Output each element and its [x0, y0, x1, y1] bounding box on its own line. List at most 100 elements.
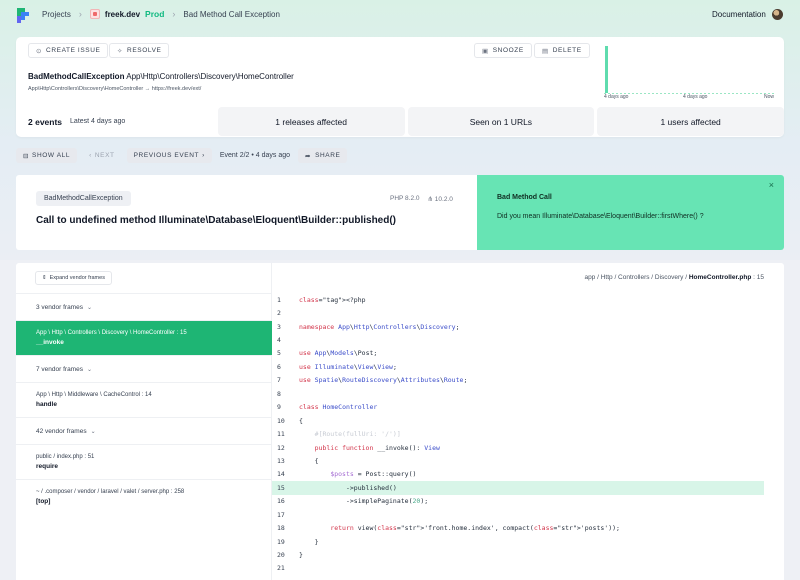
code-lines: 1 class="tag"><?php 2 3 namespace App\Http\C…: [272, 293, 784, 575]
code-text: }: [299, 551, 303, 560]
exception-class-tag[interactable]: BadMethodCallException: [36, 191, 131, 206]
frame-method: require: [36, 463, 59, 470]
code-line[interactable]: 4: [272, 333, 784, 346]
code-text: #[Route(fullUri: '/')]: [299, 430, 401, 439]
code-line[interactable]: 3 namespace App\Http\Controllers\Discover…: [272, 320, 784, 333]
stack-frame[interactable]: App \ Http \ Middleware \ CacheControl :…: [16, 382, 272, 417]
code-file-path[interactable]: app / Http / Controllers / Discovery / H…: [584, 274, 764, 281]
laravel-version: ⋔ 10.2.0: [428, 195, 453, 203]
code-text: use Spatie\RouteDiscovery\Attributes\Rou…: [299, 376, 468, 385]
list-icon: ⊟: [23, 152, 30, 160]
code-line[interactable]: 12 public function __invoke(): View: [272, 441, 784, 454]
exception-message: Call to undefined method Illuminate\Data…: [36, 215, 397, 226]
line-number: 3: [277, 322, 281, 331]
top-nav: Projects › freek.dev Prod › Bad Method C…: [0, 0, 800, 30]
close-icon[interactable]: ×: [769, 180, 774, 190]
code-text: class="tag"><?php: [299, 295, 366, 304]
code-line[interactable]: 15 ->published(): [272, 481, 764, 495]
code-line[interactable]: 19 }: [272, 535, 784, 548]
vendor-frames-toggle[interactable]: 7 vendor frames ⌄: [16, 355, 272, 382]
resolve-button[interactable]: ✧ RESOLVE: [109, 43, 170, 58]
expand-vendor-frames-button[interactable]: ⇕ Expand vendor frames: [35, 271, 112, 285]
chart-bar[interactable]: [605, 46, 608, 93]
events-latest: Latest 4 days ago: [70, 118, 126, 125]
code-line[interactable]: 21: [272, 562, 784, 575]
chevron-down-icon: ⌄: [90, 428, 96, 435]
share-button[interactable]: ➦ SHARE: [298, 148, 348, 163]
stat-urls[interactable]: Seen on 1 URLs: [407, 107, 595, 136]
code-line[interactable]: 18 return view(class="str">'front.home.i…: [272, 521, 784, 534]
line-number: 18: [277, 524, 285, 533]
code-line[interactable]: 10 {: [272, 414, 784, 427]
code-path-line: : 15: [751, 274, 764, 281]
vendor-frames-toggle[interactable]: 42 vendor frames ⌄: [16, 417, 272, 444]
code-text: ->simplePaginate(20);: [299, 497, 429, 506]
code-line[interactable]: 11 #[Route(fullUri: '/')]: [272, 427, 784, 440]
share-label: SHARE: [315, 152, 341, 159]
line-number: 1: [277, 295, 281, 304]
stack-trace-panel: ⇕ Expand vendor frames 3 vendor frames ⌄ A…: [16, 263, 784, 580]
code-line[interactable]: 2: [272, 306, 784, 319]
code-line[interactable]: 20}: [272, 548, 784, 561]
stack-frame[interactable]: public / index.php : 51 require: [16, 444, 272, 479]
code-line[interactable]: 14 $posts = Post::query(): [272, 468, 784, 481]
chart-tick-label: 4 days ago: [683, 94, 708, 100]
frame-path: ~ / .composer / vendor / laravel / valet…: [36, 489, 185, 495]
code-text: {: [299, 416, 303, 425]
stat-releases[interactable]: 1 releases affected: [217, 107, 405, 136]
snooze-button[interactable]: ▣ SNOOZE: [474, 43, 532, 58]
line-number: 21: [277, 564, 285, 573]
expand-vendor-label: Expand vendor frames: [49, 275, 105, 281]
error-location: App\Http\Controllers\Discovery\HomeContr…: [126, 72, 294, 81]
error-url[interactable]: https://freek.dev/ext/: [152, 86, 202, 92]
code-line[interactable]: 13 {: [272, 454, 784, 467]
code-line[interactable]: 9 class HomeController: [272, 401, 784, 414]
stack-frame[interactable]: App \ Http \ Controllers \ Discovery \ H…: [16, 320, 272, 355]
code-path-prefix: app / Http / Controllers / Discovery /: [584, 274, 689, 281]
frame-path: App \ Http \ Middleware \ CacheControl :…: [36, 392, 152, 398]
line-number: 8: [277, 389, 281, 398]
code-line[interactable]: 1 class="tag"><?php: [272, 293, 784, 306]
line-number: 14: [277, 470, 285, 479]
flare-logo-icon[interactable]: [16, 7, 32, 24]
vendor-frames-toggle[interactable]: 3 vendor frames ⌄: [16, 293, 272, 320]
line-number: 17: [277, 510, 285, 519]
code-text: }: [299, 537, 319, 546]
vendor-frames-label: 3 vendor frames: [36, 303, 83, 311]
code-line[interactable]: 8: [272, 387, 784, 400]
vendor-frames-label: 42 vendor frames: [36, 427, 87, 435]
delete-button[interactable]: ▤ DELETE: [534, 43, 590, 58]
chevron-right-icon: ›: [172, 9, 176, 19]
trash-icon: ▤: [542, 47, 549, 55]
line-number: 19: [277, 537, 285, 546]
next-button[interactable]: ‹ NEXT: [82, 148, 122, 163]
documentation-link[interactable]: Documentation: [712, 10, 766, 19]
code-line[interactable]: 6 use Illuminate\View\View;: [272, 360, 784, 373]
stack-frame[interactable]: ~ / .composer / vendor / laravel / valet…: [16, 479, 272, 514]
snooze-label: SNOOZE: [492, 47, 524, 54]
code-line[interactable]: 16 ->simplePaginate(20);: [272, 495, 784, 508]
code-line[interactable]: 17: [272, 508, 784, 521]
stat-users[interactable]: 1 users affected: [597, 107, 784, 136]
code-text: use Illuminate\View\View;: [299, 362, 397, 371]
frame-path: App \ Http \ Controllers \ Discovery \ H…: [36, 330, 187, 336]
code-viewer: app / Http / Controllers / Discovery / H…: [272, 263, 784, 580]
share-icon: ➦: [305, 152, 312, 160]
frames-column: ⇕ Expand vendor frames 3 vendor frames ⌄ A…: [16, 263, 272, 580]
create-issue-button[interactable]: ⊙ CREATE ISSUE: [28, 43, 109, 58]
line-number: 9: [277, 403, 281, 412]
stat-events[interactable]: 2 events Latest 4 days ago: [16, 107, 215, 136]
code-line[interactable]: 7 use Spatie\RouteDiscovery\Attributes\Ro…: [272, 374, 784, 387]
issue-icon: ⊙: [36, 47, 43, 55]
line-number: 2: [277, 309, 281, 318]
code-line[interactable]: 5 use App\Models\Post;: [272, 347, 784, 360]
previous-event-button[interactable]: PREVIOUS EVENT ›: [126, 148, 212, 163]
solution-panel: × Bad Method Call Did you mean Illuminat…: [477, 175, 784, 250]
avatar[interactable]: [772, 9, 783, 20]
expand-icon: ⇕: [42, 275, 47, 281]
breadcrumb-projects[interactable]: Projects: [42, 10, 71, 19]
code-path-file: HomeController.php: [688, 274, 752, 281]
breadcrumb-project[interactable]: freek.dev: [105, 10, 140, 19]
line-number: 12: [277, 443, 285, 452]
show-all-button[interactable]: ⊟ SHOW ALL: [16, 148, 78, 163]
